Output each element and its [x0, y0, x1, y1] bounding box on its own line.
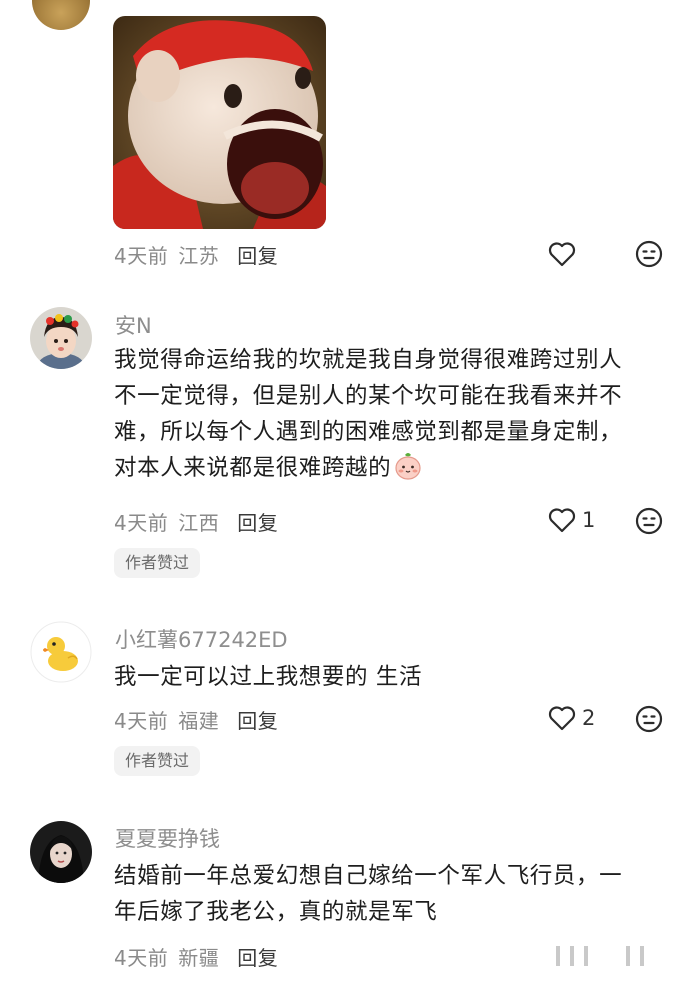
sticker-image[interactable]	[113, 16, 326, 229]
watermark-logo	[556, 944, 660, 972]
dislike-face-icon	[635, 705, 663, 733]
comment-text: 我觉得命运给我的坎就是我自身觉得很难跨过别人 不一定觉得，但是别人的某个坎可能在…	[114, 342, 622, 492]
avatar[interactable]	[32, 0, 90, 30]
comment-text-line: 难，所以每个人遇到的困难感觉到都是量身定制，	[114, 419, 623, 445]
dislike-button[interactable]	[635, 240, 663, 272]
like-button[interactable]: 1	[548, 507, 595, 533]
comment-meta: 4天前 江苏 回复	[114, 240, 278, 269]
dislike-button[interactable]	[635, 705, 663, 737]
comment-meta: 4天前 福建 回复	[114, 705, 278, 734]
reply-button[interactable]: 回复	[237, 244, 278, 268]
comment-time: 4天前	[114, 946, 169, 970]
comment-meta: 4天前 新疆 回复	[114, 942, 278, 971]
comment-text-line: 我觉得命运给我的坎就是我自身觉得很难跨过别人	[114, 347, 623, 373]
comment-text: 我一定可以过上我想要的 生活	[114, 659, 422, 695]
comment-location: 江苏	[178, 244, 220, 268]
comment-location: 新疆	[178, 946, 220, 970]
like-button[interactable]: 2	[548, 705, 595, 731]
comment-text-line: 不一定觉得，但是别人的某个坎可能在我看来并不	[114, 383, 623, 409]
peach-face-emoji	[393, 451, 423, 492]
comment-text-line: 结婚前一年总爱幻想自己嫁给一个军人飞行员，一	[114, 863, 623, 889]
username[interactable]: 夏夏要挣钱	[115, 823, 220, 853]
comment-text-line: 对本人来说都是很难跨越的	[114, 450, 622, 492]
comment-time: 4天前	[114, 244, 169, 268]
avatar[interactable]	[30, 821, 92, 883]
heart-outline-icon	[548, 242, 576, 267]
dislike-face-icon	[635, 240, 663, 268]
reply-button[interactable]: 回复	[237, 709, 278, 733]
comment-text: 结婚前一年总爱幻想自己嫁给一个军人飞行员，一 年后嫁了我老公，真的就是军飞	[114, 858, 622, 930]
heart-outline-icon	[548, 508, 576, 533]
avatar[interactable]	[30, 307, 92, 369]
author-liked-badge: 作者赞过	[114, 548, 201, 578]
dislike-face-icon	[635, 507, 663, 535]
comment-text-line: 年后嫁了我老公，真的就是军飞	[114, 899, 438, 925]
heart-outline-icon	[548, 706, 576, 731]
comment-time: 4天前	[114, 709, 169, 733]
like-count: 1	[582, 508, 596, 532]
reply-button[interactable]: 回复	[237, 511, 278, 535]
reply-button[interactable]: 回复	[237, 946, 278, 970]
username[interactable]: 安N	[115, 310, 152, 340]
like-button[interactable]	[548, 241, 576, 267]
comment-meta: 4天前 江西 回复	[114, 507, 278, 536]
comment-text-line: 我一定可以过上我想要的 生活	[114, 664, 423, 690]
like-count: 2	[582, 706, 596, 730]
dislike-button[interactable]	[635, 507, 663, 539]
comment-time: 4天前	[114, 511, 169, 535]
avatar[interactable]	[30, 621, 92, 683]
comment-location: 江西	[178, 511, 220, 535]
comment-location: 福建	[178, 709, 220, 733]
author-liked-badge: 作者赞过	[114, 746, 201, 776]
username[interactable]: 小红薯677242ED	[115, 624, 288, 654]
